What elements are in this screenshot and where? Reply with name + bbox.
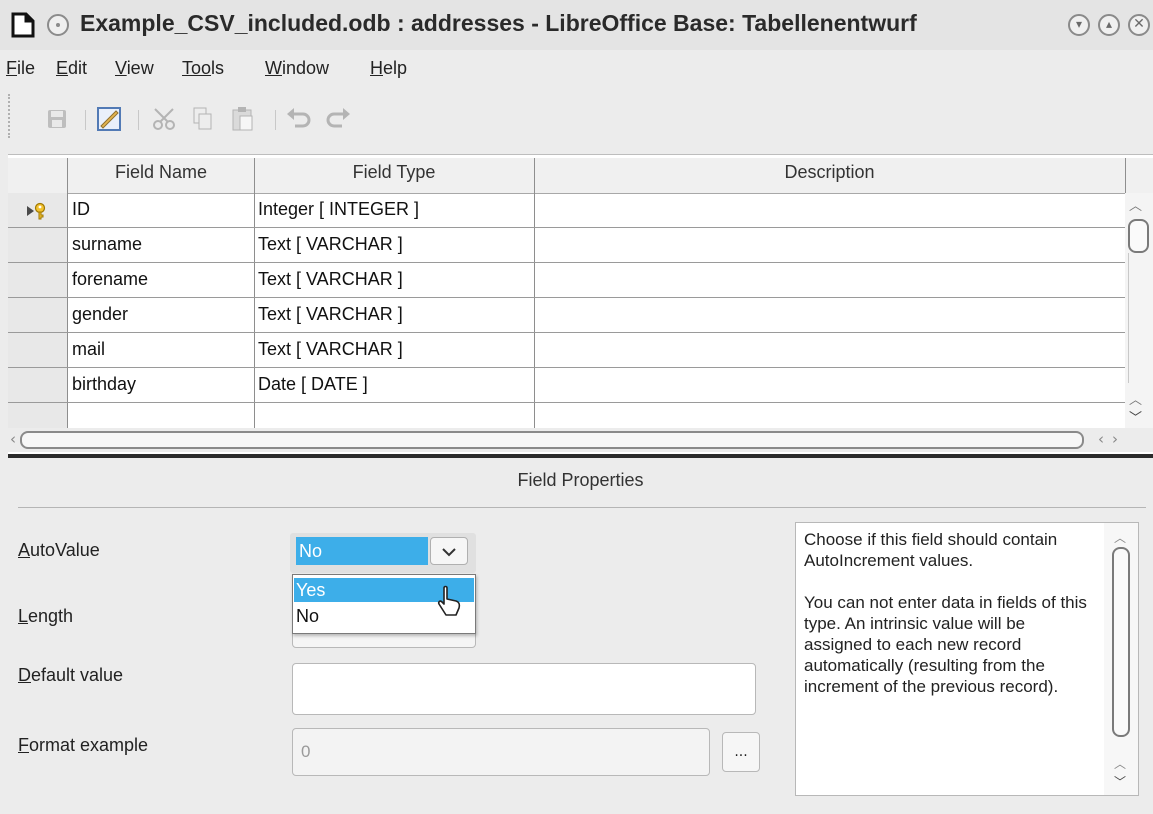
separator: [18, 507, 1146, 508]
column-header-row: Field Name Field Type Description: [8, 158, 1153, 194]
field-name-cell[interactable]: gender: [72, 304, 128, 325]
table-row[interactable]: forename Text [ VARCHAR ]: [8, 263, 1125, 298]
row-header[interactable]: [8, 333, 67, 367]
field-name-cell[interactable]: ID: [72, 199, 90, 220]
menu-file[interactable]: File: [6, 58, 35, 79]
column-header-field-type[interactable]: Field Type: [254, 162, 534, 183]
edit-mode-icon[interactable]: [92, 102, 126, 136]
help-text: Choose if this field should contain Auto…: [804, 530, 1087, 696]
menu-bar: File Edit View Tools Window Help: [0, 50, 1153, 86]
field-name-cell[interactable]: forename: [72, 269, 148, 290]
table-row[interactable]: gender Text [ VARCHAR ]: [8, 298, 1125, 333]
table-row[interactable]: surname Text [ VARCHAR ]: [8, 228, 1125, 263]
scroll-down-icon[interactable]: ﹀: [1129, 407, 1142, 426]
help-scrollbar[interactable]: ︿ ︿ ﹀: [1104, 523, 1138, 795]
format-example-field: 0: [292, 728, 710, 776]
scroll-right-icon[interactable]: ›: [1112, 430, 1118, 448]
table-row[interactable]: birthday Date [ DATE ]: [8, 368, 1125, 403]
table-row[interactable]: ID Integer [ INTEGER ]: [8, 193, 1125, 228]
hand-cursor-icon: [437, 585, 461, 616]
column-header-description[interactable]: Description: [534, 162, 1125, 183]
close-icon[interactable]: ✕: [1128, 14, 1150, 36]
default-value-field[interactable]: [292, 663, 756, 715]
menu-tools[interactable]: Tools: [182, 58, 224, 79]
field-type-cell[interactable]: Text [ VARCHAR ]: [258, 234, 403, 255]
length-label: Length: [18, 606, 74, 626]
row-header[interactable]: [8, 193, 67, 227]
copy-icon[interactable]: [186, 102, 220, 136]
autovalue-label: AutoValue: [18, 540, 100, 560]
menu-edit[interactable]: Edit: [56, 58, 87, 79]
undo-icon[interactable]: [283, 102, 317, 136]
primary-key-icon: [27, 202, 46, 220]
scroll-up-icon[interactable]: ︿: [1114, 529, 1126, 546]
document-icon: [11, 12, 35, 38]
table-row-empty[interactable]: [8, 403, 1125, 428]
autovalue-selected-value[interactable]: No: [296, 537, 428, 565]
dropdown-button[interactable]: [430, 537, 468, 565]
field-type-cell[interactable]: Text [ VARCHAR ]: [258, 339, 403, 360]
scroll-down-icon[interactable]: ﹀: [1114, 773, 1126, 790]
row-header[interactable]: [8, 298, 67, 332]
table-horizontal-scrollbar[interactable]: ‹ ‹ ›: [8, 428, 1153, 452]
menu-view[interactable]: View: [115, 58, 154, 79]
format-button[interactable]: ...: [722, 732, 760, 772]
help-text-box: Choose if this field should contain Auto…: [795, 522, 1139, 796]
field-name-cell[interactable]: surname: [72, 234, 142, 255]
autovalue-dropdown[interactable]: No: [290, 533, 476, 573]
field-type-cell[interactable]: Integer [ INTEGER ]: [258, 199, 419, 220]
save-icon[interactable]: [40, 102, 74, 136]
pane-splitter[interactable]: [8, 454, 1153, 458]
scroll-left-icon[interactable]: ‹: [10, 430, 16, 448]
field-name-cell[interactable]: birthday: [72, 374, 136, 395]
field-properties-title: Field Properties: [517, 470, 644, 490]
scrollbar-thumb[interactable]: [20, 431, 1084, 449]
default-value-label: Default value: [18, 665, 124, 685]
toolbar: [0, 88, 1153, 146]
row-header[interactable]: [8, 263, 67, 297]
menu-window[interactable]: Window: [265, 58, 329, 79]
table-vertical-scrollbar[interactable]: ︿ ︿ ﹀: [1125, 193, 1153, 430]
paste-icon[interactable]: [226, 102, 260, 136]
field-type-cell[interactable]: Date [ DATE ]: [258, 374, 368, 395]
field-type-cell[interactable]: Text [ VARCHAR ]: [258, 304, 403, 325]
redo-icon[interactable]: [320, 102, 354, 136]
scrollbar-thumb[interactable]: [1128, 219, 1149, 253]
row-header[interactable]: [8, 403, 67, 428]
field-name-cell[interactable]: mail: [72, 339, 105, 360]
cut-icon[interactable]: [148, 102, 182, 136]
format-example-label: Format example: [18, 735, 149, 755]
column-header-field-name[interactable]: Field Name: [68, 162, 254, 183]
scroll-up-icon[interactable]: ︿: [1114, 755, 1126, 772]
row-header[interactable]: [8, 228, 67, 262]
field-type-cell[interactable]: Text [ VARCHAR ]: [258, 269, 403, 290]
minimize-icon[interactable]: ▾: [1068, 14, 1090, 36]
row-header[interactable]: [8, 368, 67, 402]
scrollbar-thumb[interactable]: [1112, 547, 1130, 737]
scroll-up-icon[interactable]: ︿: [1129, 195, 1142, 214]
chevron-down-icon: [442, 548, 456, 557]
menu-help[interactable]: Help: [370, 58, 407, 79]
maximize-icon[interactable]: ▴: [1098, 14, 1120, 36]
toolbar-grip[interactable]: [8, 94, 14, 138]
title-bar: Example_CSV_included.odb : addresses - L…: [0, 0, 1153, 50]
window-title: Example_CSV_included.odb : addresses - L…: [80, 10, 917, 36]
scroll-up-icon[interactable]: ︿: [1129, 389, 1142, 408]
window-menu-icon[interactable]: [47, 14, 69, 36]
scroll-left-icon[interactable]: ‹: [1098, 430, 1104, 448]
format-example-value: 0: [301, 742, 311, 761]
table-row[interactable]: mail Text [ VARCHAR ]: [8, 333, 1125, 368]
